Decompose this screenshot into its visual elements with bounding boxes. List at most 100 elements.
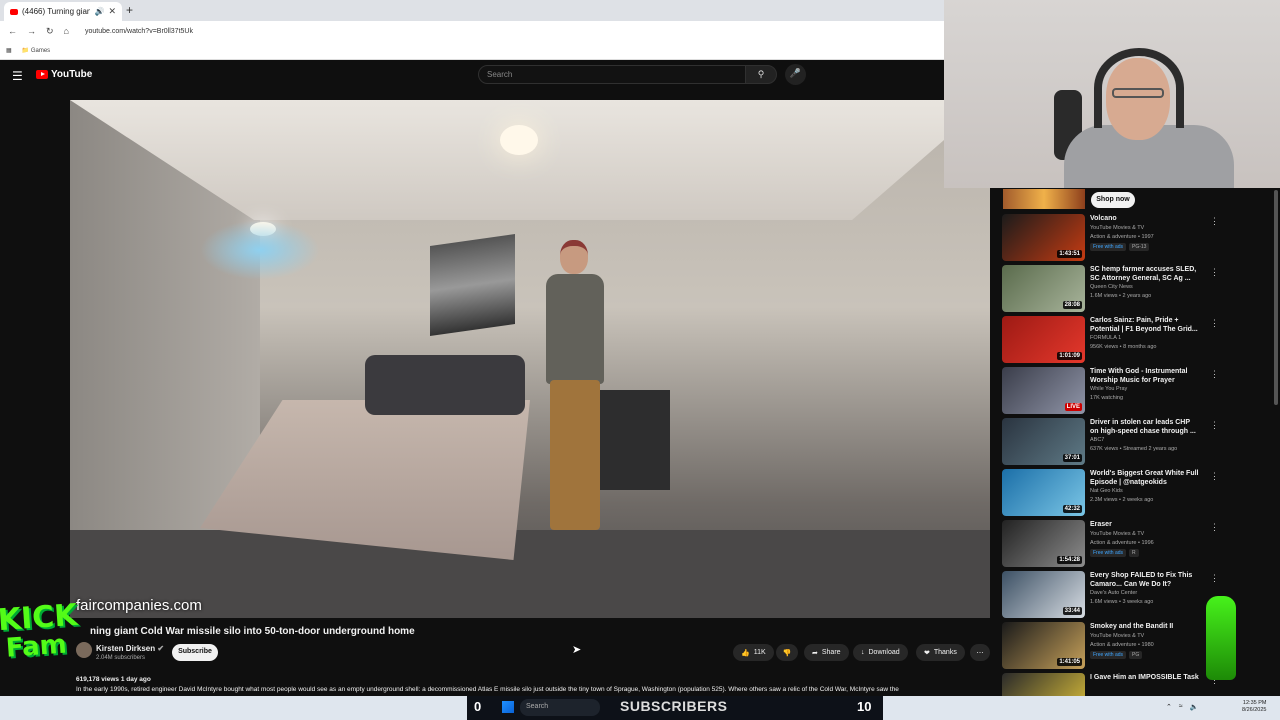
recommendation-meta: 637K views • Streamed 2 years ago	[1090, 446, 1178, 452]
wall-poster	[430, 234, 515, 336]
recommendation-title[interactable]: Eraser	[1090, 520, 1200, 529]
apps-grid-icon[interactable]: ▦	[6, 47, 12, 54]
recommendation-meta: 2.3M views • 2 weeks ago	[1090, 497, 1154, 503]
view-count-age: 619,178 views 1 day ago	[76, 676, 151, 683]
video-thumbnail[interactable]: 1:01:09	[1002, 316, 1085, 363]
forward-icon[interactable]: →	[27, 26, 36, 36]
thanks-button[interactable]: ❤ Thanks	[916, 644, 965, 661]
more-vertical-icon[interactable]: ⋮	[1210, 318, 1219, 329]
more-vertical-icon[interactable]: ⋮	[1210, 216, 1219, 227]
recommendation-channel[interactable]: ABC7	[1090, 437, 1104, 443]
recommendation-meta: Action & adventure • 1980	[1090, 642, 1154, 648]
recommendation-title[interactable]: Every Shop FAILED to Fix This Camaro... …	[1090, 571, 1200, 589]
recommendation-tags: Free with ads PG	[1090, 651, 1143, 659]
recommendation-item[interactable]: 1:54:28 Eraser YouTube Movies & TV Action &…	[1002, 520, 1232, 568]
video-thumbnail[interactable]: 1:41:05	[1002, 622, 1085, 669]
video-thumbnail[interactable]: 1:54:28	[1002, 520, 1085, 567]
download-button[interactable]: ↓ Download	[853, 644, 908, 661]
url-field[interactable]: youtube.com/watch?v=Br0ll37t5Uk	[85, 28, 193, 35]
recommendation-tag: Free with ads	[1090, 549, 1127, 557]
menu-icon[interactable]: ☰	[12, 69, 23, 83]
recommendation-item[interactable]: 1:41:05 Smokey and the Bandit II YouTube M…	[1002, 622, 1232, 670]
recommendation-item[interactable]: 37:01 Driver in stolen car leads CHP on h…	[1002, 418, 1232, 466]
recommendation-item[interactable]: 33:44 Every Shop FAILED to Fix This Camar…	[1002, 571, 1232, 619]
recommendation-tag: Free with ads	[1090, 651, 1127, 659]
share-button[interactable]: ➦ Share	[804, 644, 849, 661]
recommendation-title[interactable]: Volcano	[1090, 214, 1200, 223]
video-player[interactable]: faircompanies.com	[70, 100, 990, 618]
taskbar-search[interactable]: Search	[520, 699, 600, 716]
video-thumbnail[interactable]: LIVE	[1002, 367, 1085, 414]
voice-search-button[interactable]: 🎤	[785, 64, 806, 85]
recommendation-channel[interactable]: Nat Geo Kids	[1090, 488, 1123, 494]
recommendation-item[interactable]: 1:43:51 Volcano YouTube Movies & TV Action …	[1002, 214, 1232, 262]
search-icon: ⚲	[757, 69, 765, 79]
more-vertical-icon[interactable]: ⋮	[1210, 420, 1219, 431]
subscribe-button[interactable]: Subscribe	[172, 644, 218, 661]
youtube-logo-text: YouTube	[51, 69, 93, 80]
youtube-logo[interactable]: YouTube	[36, 69, 92, 80]
recommendation-channel[interactable]: Dave's Auto Center	[1090, 590, 1137, 596]
dislike-button[interactable]: 👎	[776, 644, 798, 661]
recommendation-title[interactable]: Driver in stolen car leads CHP on high-s…	[1090, 418, 1200, 436]
video-thumbnail[interactable]: 37:01	[1002, 418, 1085, 465]
more-vertical-icon[interactable]: ⋮	[1210, 267, 1219, 278]
tray-chevron-icon[interactable]: ⌃	[1166, 703, 1172, 711]
thanks-icon: ❤	[924, 649, 930, 657]
subscriber-goal-start: 0	[474, 699, 482, 714]
reload-icon[interactable]: ↻	[46, 26, 54, 37]
shop-thumbnail[interactable]	[1003, 189, 1085, 209]
channel-name[interactable]: Kirsten Dirksen ✔	[96, 644, 164, 653]
shop-now-button[interactable]: Shop now	[1091, 192, 1135, 208]
recommendation-channel[interactable]: YouTube Movies & TV	[1090, 531, 1144, 537]
duration-badge: 42:32	[1062, 505, 1082, 513]
recommendation-channel[interactable]: YouTube Movies & TV	[1090, 225, 1144, 231]
recommendation-title[interactable]: SC hemp farmer accuses SLED, SC Attorney…	[1090, 265, 1200, 283]
channel-avatar[interactable]	[76, 642, 92, 658]
recommendation-item[interactable]: 42:32 World's Biggest Great White Full Ep…	[1002, 469, 1232, 517]
search-button[interactable]: ⚲	[745, 65, 777, 84]
video-thumbnail[interactable]: 42:32	[1002, 469, 1085, 516]
more-actions-button[interactable]: ⋯	[970, 644, 990, 661]
recommendation-tag: PG-13	[1129, 243, 1150, 251]
recommendation-channel[interactable]: While You Pray	[1090, 386, 1127, 392]
browser-tab[interactable]: (4466) Turning giant Cold W 🔊 ✕	[4, 2, 122, 21]
back-icon[interactable]: ←	[8, 26, 17, 36]
video-thumbnail[interactable]: 1:43:51	[1002, 214, 1085, 261]
sidebar-scrollbar[interactable]	[1274, 190, 1278, 405]
recommendation-item[interactable]: LIVE Time With God - Instrumental Worship…	[1002, 367, 1232, 415]
like-button[interactable]: 👍 11K	[733, 644, 774, 661]
video-thumbnail[interactable]: 33:44	[1002, 571, 1085, 618]
subscriber-goal-end: 10	[857, 699, 872, 714]
clock-date: 8/26/2025	[1242, 707, 1267, 713]
recommendation-channel[interactable]: YouTube Movies & TV	[1090, 633, 1144, 639]
search-input[interactable]: Search	[478, 65, 746, 84]
recommendation-title[interactable]: Time With God - Instrumental Worship Mus…	[1090, 367, 1200, 385]
recommendation-title[interactable]: Carlos Sainz: Pain, Pride + Potential | …	[1090, 316, 1200, 334]
windows-start-icon[interactable]	[502, 701, 514, 713]
recommendation-title[interactable]: Smokey and the Bandit II	[1090, 622, 1200, 631]
share-icon: ➦	[812, 649, 818, 657]
duration-badge: 33:44	[1062, 607, 1082, 615]
home-icon[interactable]: ⌂	[64, 26, 69, 36]
recommendation-title[interactable]: I Gave Him an IMPOSSIBLE Task	[1090, 673, 1200, 682]
more-vertical-icon[interactable]: ⋮	[1210, 522, 1219, 533]
recommendation-channel[interactable]: FORMULA 1	[1090, 335, 1121, 341]
subscriber-count: 2.04M subscribers	[96, 655, 146, 661]
close-tab-icon[interactable]: ✕	[108, 6, 116, 17]
bookmark-games[interactable]: 📁 Games	[22, 47, 50, 54]
taskbar-clock[interactable]: 12:35 PM 8/26/2025	[1242, 700, 1266, 714]
thanks-label: Thanks	[933, 649, 957, 656]
more-vertical-icon[interactable]: ⋮	[1210, 573, 1219, 584]
more-vertical-icon[interactable]: ⋮	[1210, 369, 1219, 380]
new-tab-button[interactable]: +	[126, 3, 133, 17]
recommendation-item[interactable]: 28:08 SC hemp farmer accuses SLED, SC Att…	[1002, 265, 1232, 313]
video-description[interactable]: In the early 1990s, retired engineer Dav…	[76, 686, 976, 693]
recommendation-title[interactable]: World's Biggest Great White Full Episode…	[1090, 469, 1200, 487]
volume-icon[interactable]: 🔈	[1190, 703, 1199, 711]
video-thumbnail[interactable]: 28:08	[1002, 265, 1085, 312]
wifi-icon[interactable]: ≈	[1179, 703, 1183, 711]
recommendation-item[interactable]: 1:01:09 Carlos Sainz: Pain, Pride + Poten…	[1002, 316, 1232, 364]
more-vertical-icon[interactable]: ⋮	[1210, 471, 1219, 482]
recommendation-channel[interactable]: Queen City News	[1090, 284, 1133, 290]
